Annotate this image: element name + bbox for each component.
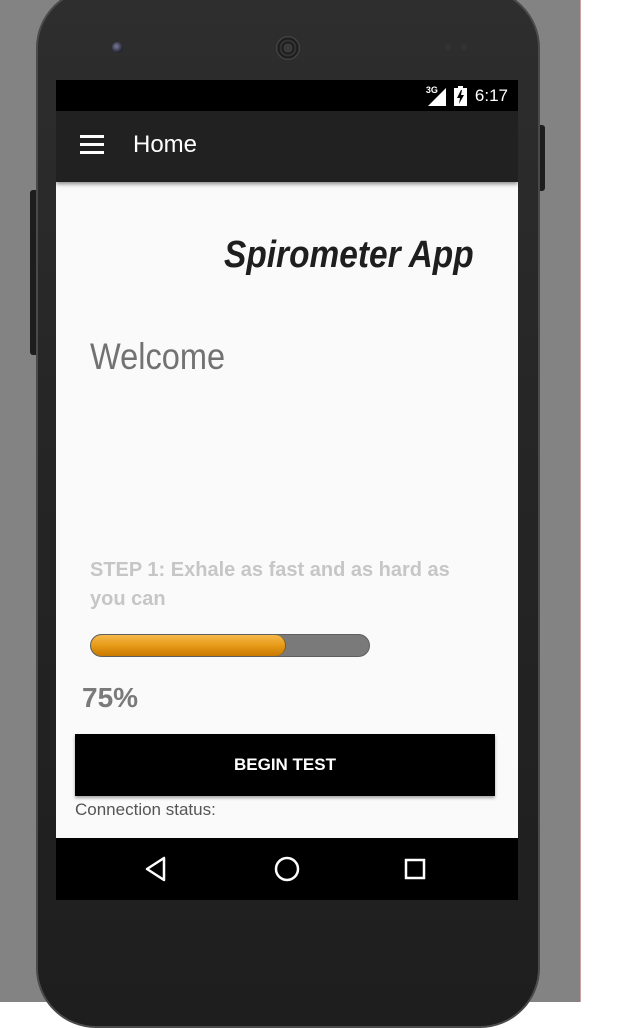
app-name-heading: Spirometer App <box>224 234 474 276</box>
system-nav-bar <box>56 838 518 900</box>
clock: 6:17 <box>474 85 508 105</box>
main-content: Spirometer App Welcome STEP 1: Exhale as… <box>56 182 518 838</box>
hamburger-menu-icon[interactable] <box>80 135 104 155</box>
front-camera-icon <box>112 42 123 53</box>
toolbar-title: Home <box>133 131 198 158</box>
progress-percent-label: 75% <box>82 682 139 713</box>
signal-icon: 3G <box>426 85 446 106</box>
home-circle-icon[interactable] <box>273 855 301 883</box>
exhale-progress-bar <box>90 634 370 657</box>
window-edge <box>580 0 581 1002</box>
sensor-dot-icon <box>445 44 451 50</box>
back-triangle-icon[interactable] <box>143 855 171 883</box>
welcome-text: Welcome <box>90 336 226 377</box>
sensor-dot-icon <box>461 44 467 50</box>
connection-status-label: Connection status: <box>75 800 216 819</box>
app-toolbar: Home <box>56 111 518 182</box>
earpiece-speaker-icon <box>276 36 300 60</box>
battery-charging-icon <box>453 85 467 106</box>
progress-fill <box>91 635 286 656</box>
status-bar: 3G 6:17 <box>56 80 518 111</box>
recents-square-icon[interactable] <box>401 855 429 883</box>
step-instruction: STEP 1: Exhale as fast and as hard as yo… <box>90 559 450 610</box>
begin-test-button[interactable]: BEGIN TEST <box>75 734 495 796</box>
device-screen: 3G 6:17 Home Spirometer App Welcome STEP… <box>56 80 518 900</box>
